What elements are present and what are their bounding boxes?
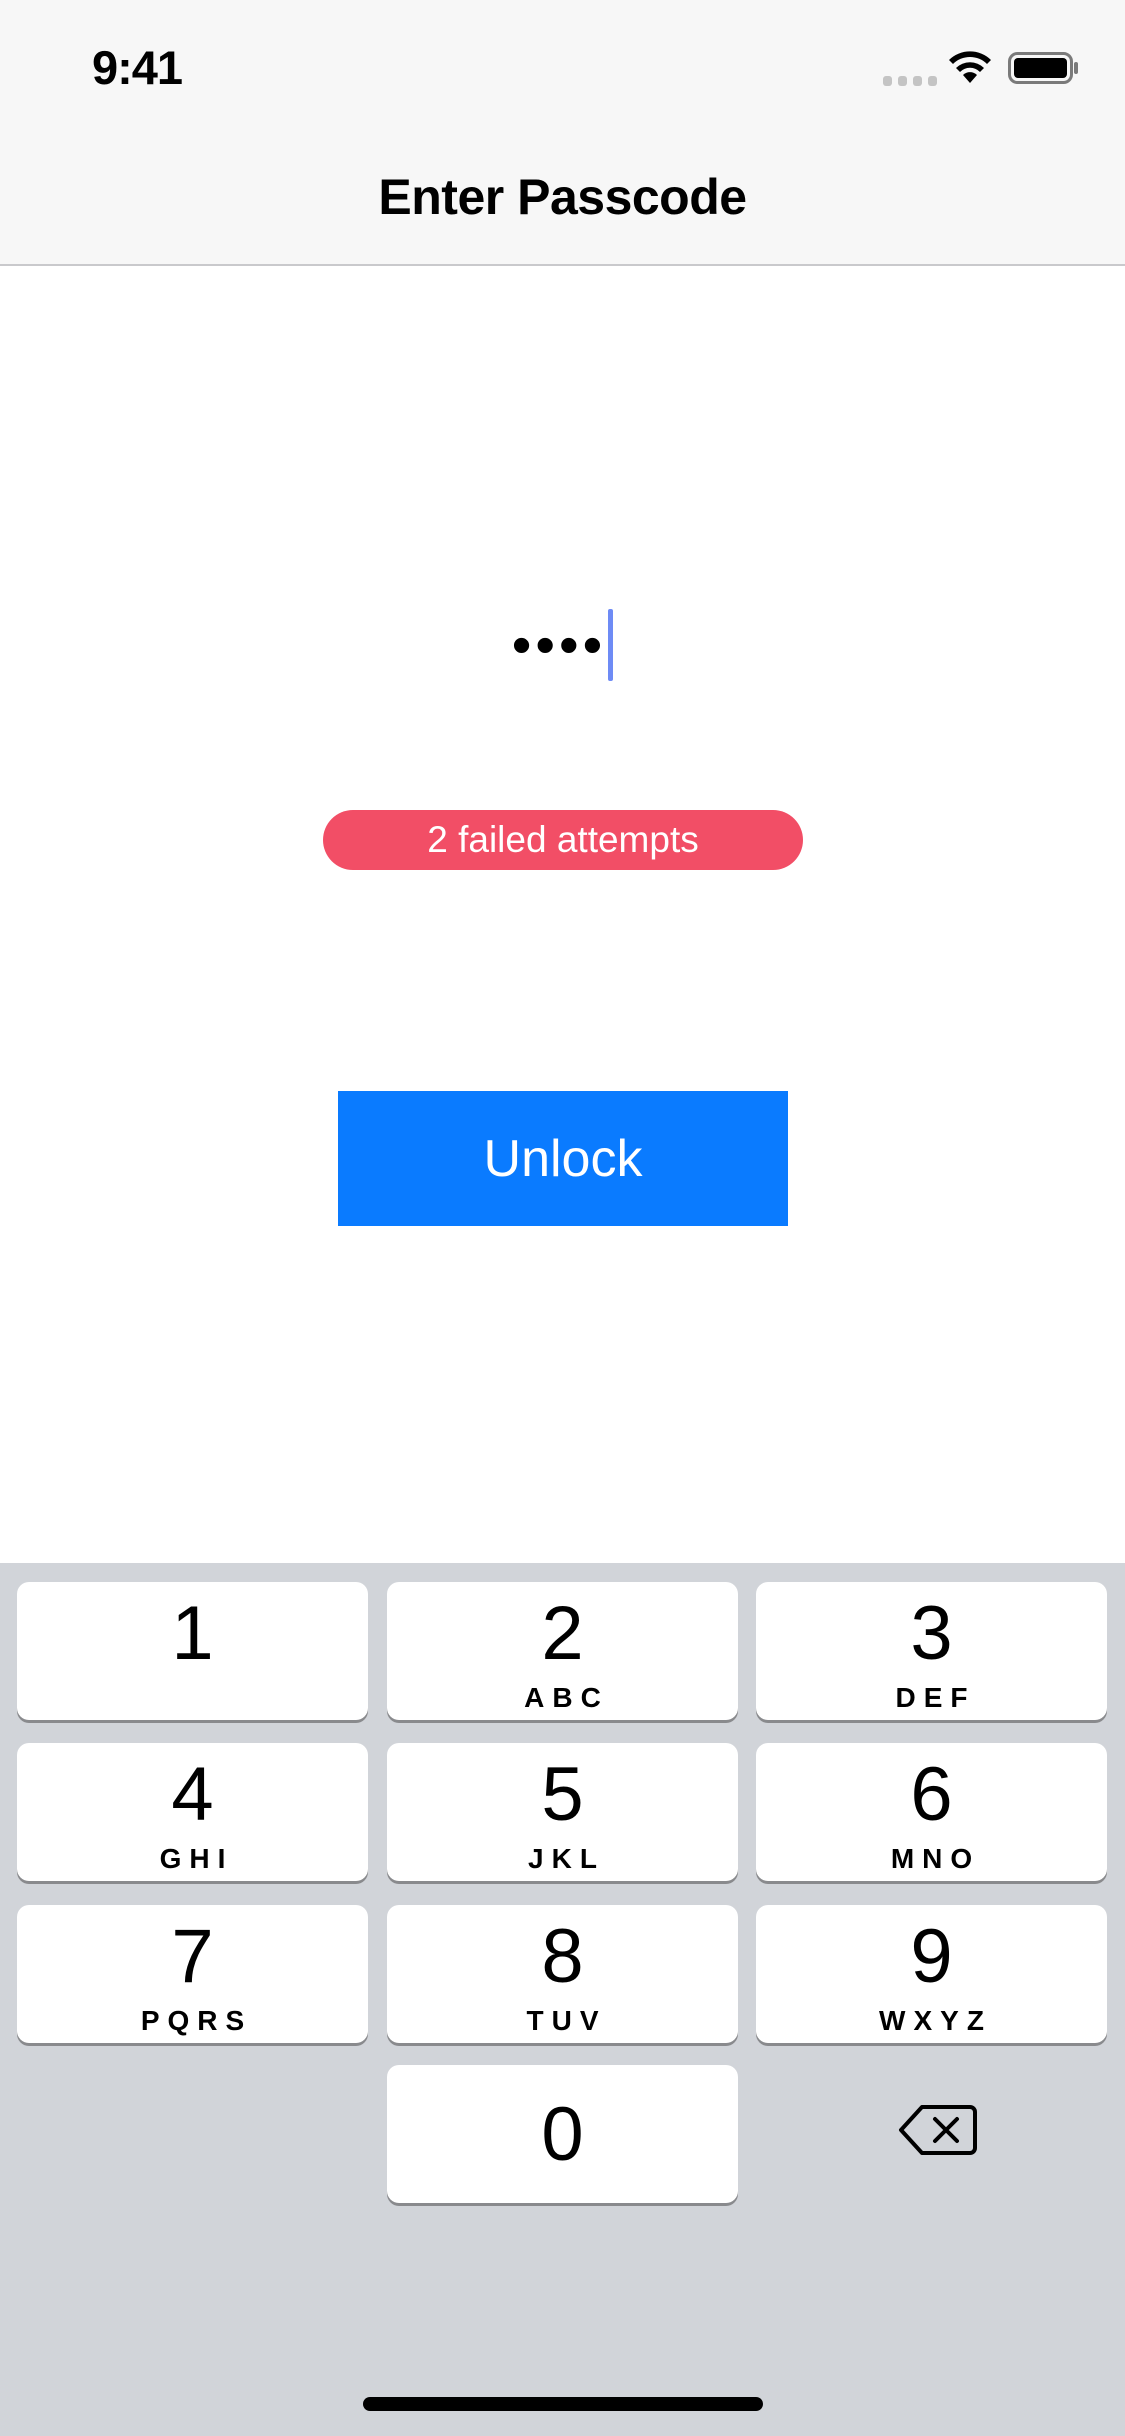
unlock-button[interactable]: Unlock [338,1091,788,1226]
key-digit: 0 [541,2092,584,2177]
failed-attempts-badge: 2 failed attempts [323,810,803,870]
key-8[interactable]: 8 TUV [387,1905,738,2043]
key-digit: 4 [171,1752,214,1837]
navigation-bar: Enter Passcode [0,130,1125,266]
key-letters: DEF [895,1682,976,1713]
key-digit: 3 [910,1591,953,1676]
text-cursor [608,609,614,681]
key-digit: 6 [910,1752,953,1837]
home-indicator[interactable] [363,2397,763,2411]
battery-icon [1008,52,1078,84]
key-digit: 1 [171,1591,214,1676]
key-letters: JKL [528,1843,605,1874]
key-digit: 5 [541,1752,584,1837]
key-letters: ABC [524,1682,609,1713]
passcode-field[interactable]: •••• [0,605,1125,685]
key-4[interactable]: 4 GHI [17,1743,368,1881]
key-digit: 7 [171,1914,214,1999]
key-2[interactable]: 2 ABC [387,1582,738,1720]
key-1[interactable]: 1 [17,1582,368,1720]
key-letters: TUV [526,2005,607,2036]
key-5[interactable]: 5 JKL [387,1743,738,1881]
numeric-keypad: 1 2 ABC 3 DEF 4 GHI 5 JKL 6 MNO 7 PQRS 8… [0,1563,1125,2436]
status-time: 9:41 [92,41,183,94]
page-title: Enter Passcode [378,169,747,225]
key-letters: PQRS [140,2005,253,2036]
wifi-icon [949,51,991,83]
key-digit: 8 [541,1914,584,1999]
passcode-masked-value: •••• [511,613,607,676]
key-3[interactable]: 3 DEF [756,1582,1107,1720]
key-0[interactable]: 0 [387,2065,738,2203]
signal-icon [883,76,937,86]
key-digit: 2 [541,1591,584,1676]
status-bar: 9:41 [0,0,1125,130]
key-letters: GHI [159,1843,234,1874]
delete-backspace-icon[interactable] [898,2103,978,2157]
key-digit: 9 [910,1914,953,1999]
key-letters: WXYZ [879,2005,992,2036]
key-6[interactable]: 6 MNO [756,1743,1107,1881]
key-letters: MNO [890,1843,981,1874]
key-9[interactable]: 9 WXYZ [756,1905,1107,2043]
key-7[interactable]: 7 PQRS [17,1905,368,2043]
